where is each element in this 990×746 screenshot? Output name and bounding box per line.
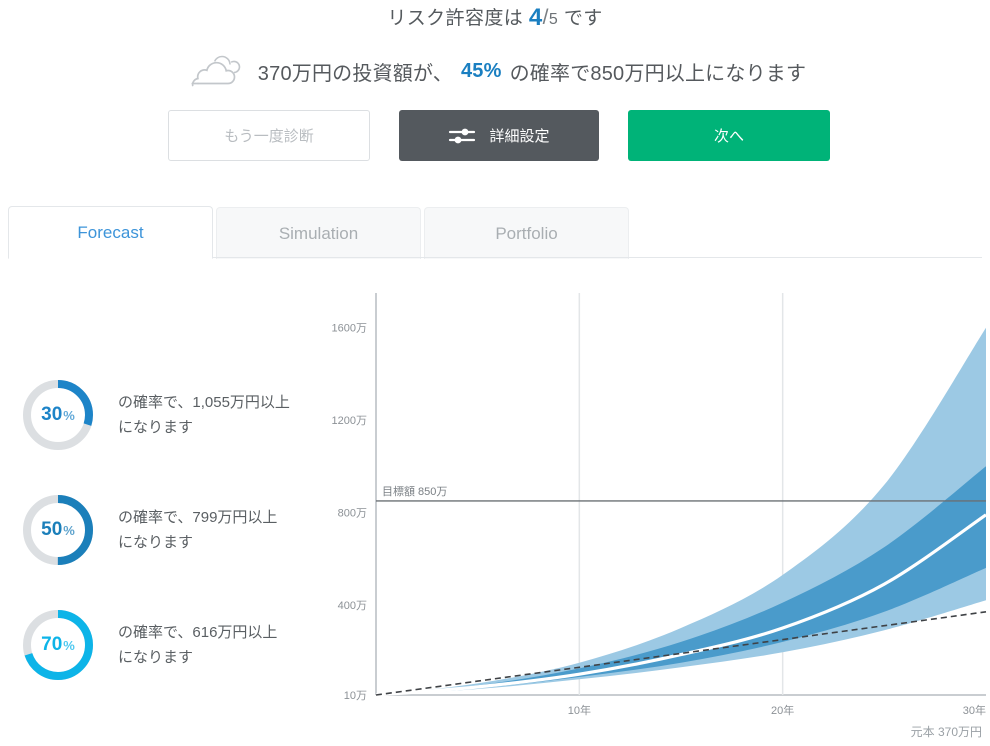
retake-diagnosis-label: もう一度診断: [224, 128, 314, 145]
x-tick-label: 10年: [568, 703, 591, 717]
probability-list: 30% の確率で、1,055万円以上 になります 50% の確率で、799万円以…: [20, 372, 320, 717]
probability-text-50: の確率で、799万円以上 になります: [118, 505, 277, 555]
summary-text-part1: 370万円の投資額が、: [257, 62, 453, 85]
probability-text-50-line1: の確率で、799万円以上: [118, 509, 278, 526]
svg-text:目標額 850万: 目標額 850万: [382, 484, 447, 498]
principal-note: 元本 370万円: [910, 725, 982, 739]
y-tick-label: 400万: [338, 600, 367, 612]
summary-probability: 45%: [460, 59, 502, 82]
detail-settings-label: 詳細設定: [489, 128, 550, 145]
donut-percent-70: 70: [41, 634, 63, 655]
donut-unit-30: %: [63, 407, 75, 423]
probability-text-30-line2: になります: [118, 419, 194, 436]
action-button-row: もう一度診断 詳細設定 次へ: [168, 110, 830, 161]
summary-text-part2: の確率で850万円以上になります: [509, 62, 807, 85]
donut-percent-30: 30: [41, 404, 63, 425]
cloud-icon: [184, 54, 250, 88]
donut-value-70: 70%: [20, 607, 96, 683]
donut-chart-70: 70%: [20, 607, 96, 683]
next-label: 次へ: [713, 128, 744, 145]
tab-forecast-label: Forecast: [77, 222, 144, 242]
tab-simulation[interactable]: Simulation: [216, 207, 421, 259]
tab-active-mask: [9, 257, 212, 259]
tab-forecast[interactable]: Forecast: [8, 206, 213, 259]
risk-level-value: 4: [528, 4, 543, 31]
probability-text-70-line1: の確率で、616万円以上: [118, 624, 278, 641]
y-tick-label: 1600万: [332, 323, 367, 335]
probability-text-30-line1: の確率で、1,055万円以上: [118, 394, 290, 411]
risk-level-total: 5: [548, 11, 559, 28]
tab-simulation-label: Simulation: [278, 223, 359, 243]
x-tick-label: 20年: [771, 703, 794, 717]
x-tick-label: 30年: [963, 703, 986, 717]
donut-percent-50: 50: [41, 519, 63, 540]
risk-headline: リスク許容度は 4/5 です: [0, 3, 990, 32]
slider-settings-icon: [448, 127, 476, 145]
probability-text-70: の確率で、616万円以上 になります: [118, 620, 277, 670]
donut-value-30: 30%: [20, 377, 96, 453]
risk-headline-suffix: です: [563, 8, 603, 29]
forecast-tabs: Forecast Simulation Portfolio: [8, 206, 629, 259]
probability-row-50: 50% の確率で、799万円以上 になります: [20, 487, 320, 573]
y-tick-label: 1200万: [332, 415, 367, 427]
forecast-page: リスク許容度は 4/5 です 370万円の投資額が、 45% の確率で850万円以上…: [0, 0, 990, 746]
probability-row-70: 70% の確率で、616万円以上 になります: [20, 602, 320, 688]
detail-settings-button[interactable]: 詳細設定: [399, 110, 599, 161]
probability-row-30: 30% の確率で、1,055万円以上 になります: [20, 372, 320, 458]
forecast-summary: 370万円の投資額が、 45% の確率で850万円以上になります: [0, 54, 990, 88]
y-tick-label: 800万: [338, 507, 367, 519]
forecast-fan-chart: 10万 400万 800万 1200万 1600万 10年 20年 30年 目標額 850万…: [330, 282, 990, 746]
tab-portfolio-label: Portfolio: [495, 223, 558, 243]
donut-value-50: 50%: [20, 492, 96, 568]
donut-unit-70: %: [63, 637, 75, 653]
probability-text-50-line2: になります: [118, 534, 194, 551]
retake-diagnosis-button[interactable]: もう一度診断: [168, 110, 370, 161]
y-tick-label: 10万: [344, 690, 367, 702]
probability-text-30: の確率で、1,055万円以上 になります: [118, 390, 290, 440]
next-button[interactable]: 次へ: [628, 110, 830, 161]
risk-headline-prefix: リスク許容度は: [387, 8, 524, 29]
donut-chart-50: 50%: [20, 492, 96, 568]
donut-unit-50: %: [63, 522, 75, 538]
probability-text-70-line2: になります: [118, 649, 194, 666]
tab-portfolio[interactable]: Portfolio: [424, 207, 629, 259]
donut-chart-30: 30%: [20, 377, 96, 453]
